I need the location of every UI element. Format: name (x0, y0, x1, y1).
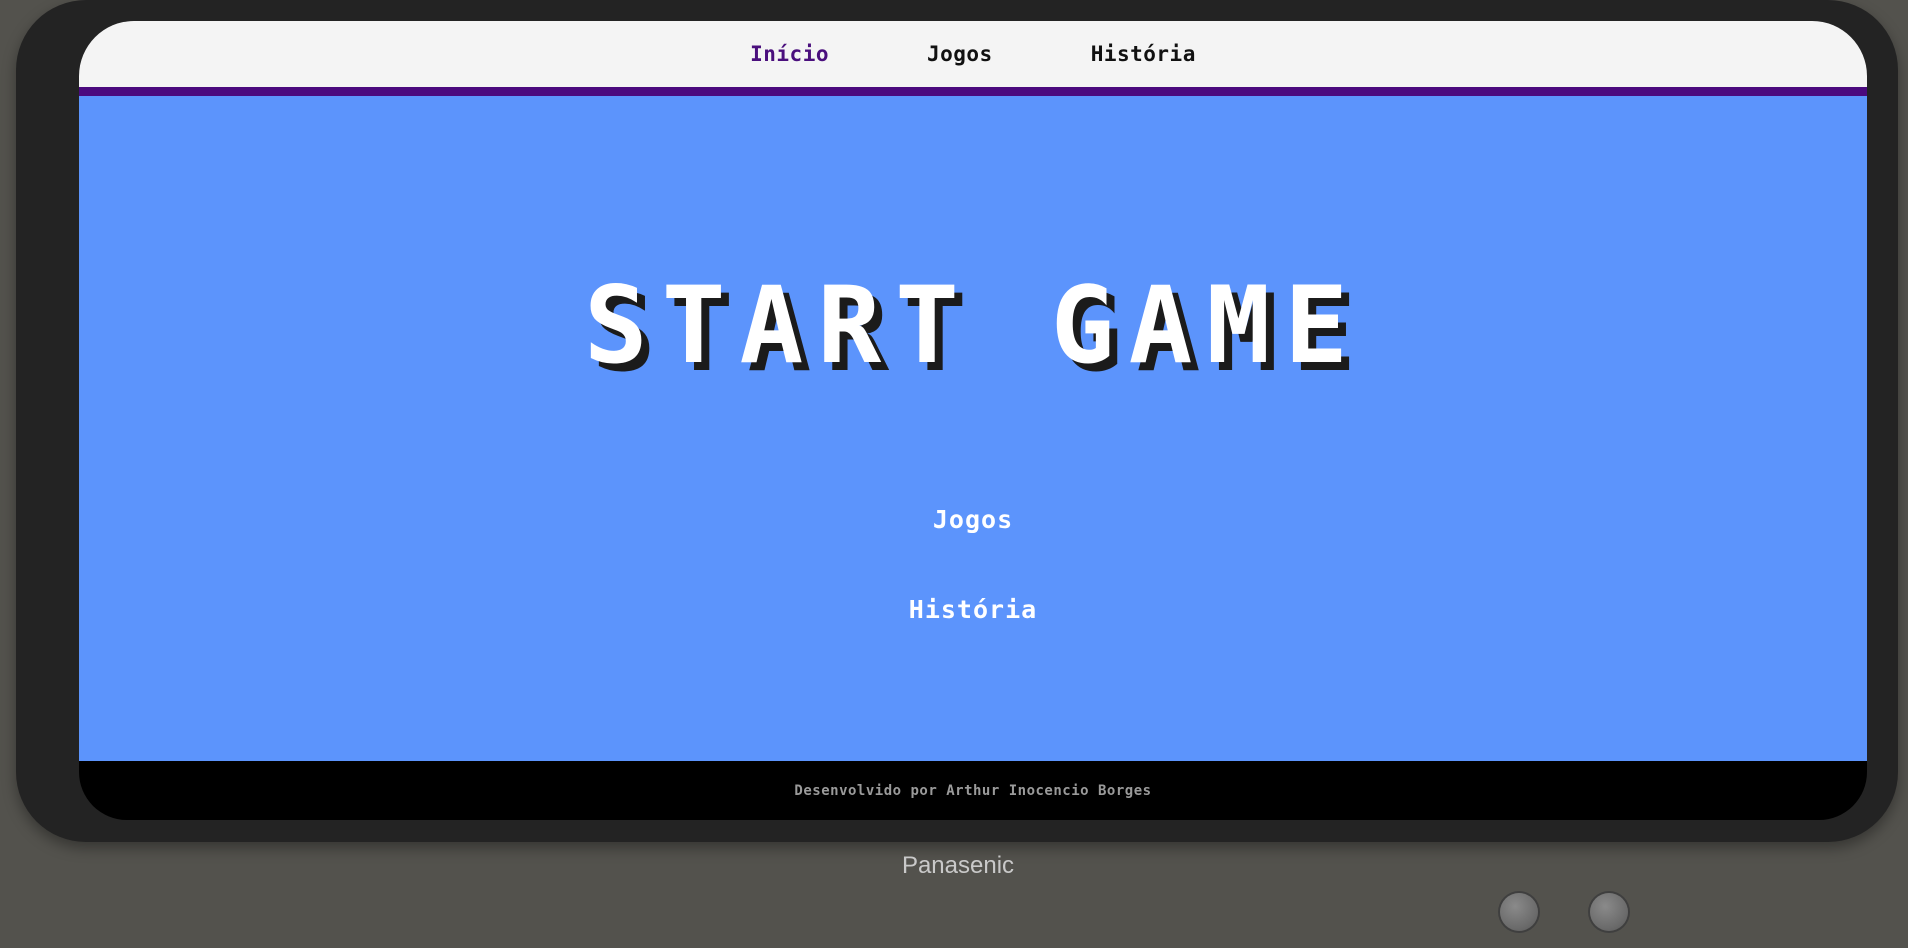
navbar-divider (79, 87, 1867, 96)
top-navbar: Início Jogos História (79, 21, 1867, 87)
nav-link-inicio[interactable]: Início (750, 42, 829, 66)
nav-link-historia[interactable]: História (1091, 42, 1196, 66)
tv-brand-label: Panasenic (901, 852, 1015, 879)
menu-link-historia[interactable]: História (79, 595, 1867, 624)
tv-knob-left[interactable] (1500, 893, 1538, 931)
main-content: START GAME Jogos História (79, 96, 1867, 761)
tv-knob-right[interactable] (1590, 893, 1628, 931)
tv-screen: Início Jogos História START GAME Jogos H… (79, 21, 1867, 820)
start-game-title: START GAME (583, 264, 1363, 387)
footer: Desenvolvido por Arthur Inocencio Borges (84, 761, 1862, 820)
menu-link-jogos[interactable]: Jogos (79, 505, 1867, 534)
footer-credit: Desenvolvido por Arthur Inocencio Borges (794, 782, 1152, 799)
tv-frame: Início Jogos História START GAME Jogos H… (16, 0, 1898, 842)
nav-link-jogos[interactable]: Jogos (927, 42, 993, 66)
